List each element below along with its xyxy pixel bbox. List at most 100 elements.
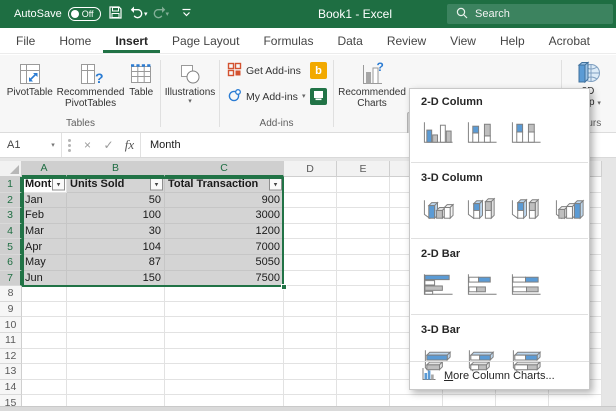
tab-help[interactable]: Help (488, 28, 537, 53)
cell-B5[interactable]: 104 (67, 239, 165, 255)
tab-view[interactable]: View (438, 28, 488, 53)
tab-file[interactable]: File (4, 28, 47, 53)
row-header-5[interactable]: 5 (0, 239, 22, 255)
cell-E10[interactable] (337, 317, 390, 333)
cell-D3[interactable] (284, 208, 337, 224)
row-header-13[interactable]: 13 (0, 364, 22, 380)
cell-E14[interactable] (337, 380, 390, 396)
cell-C6[interactable]: 5050 (165, 255, 284, 271)
cell-B13[interactable] (67, 364, 165, 380)
cell-A13[interactable] (22, 364, 67, 380)
cell-D8[interactable] (284, 286, 337, 302)
chart-type-100-stacked-column-icon[interactable] (506, 116, 546, 152)
cell-B4[interactable]: 30 (67, 224, 165, 240)
cell-D9[interactable] (284, 302, 337, 318)
cell-A6[interactable]: May (22, 255, 67, 271)
cell-A7[interactable]: Jun (22, 271, 67, 287)
chart-type-3d-clustered-column-icon[interactable] (418, 192, 458, 228)
tab-review[interactable]: Review (375, 28, 438, 53)
my-addins-button[interactable]: My Add-ins ▾ (225, 86, 307, 108)
row-header-14[interactable]: 14 (0, 380, 22, 396)
cell-B1[interactable]: Units Sold▾ (67, 177, 165, 193)
people-graph-addin-button[interactable] (310, 88, 327, 105)
tab-home[interactable]: Home (47, 28, 103, 53)
column-header-E[interactable]: E (337, 161, 390, 177)
illustrations-button[interactable]: Illustrations ▾ (163, 59, 218, 107)
cell-A9[interactable] (22, 302, 67, 318)
tab-acrobat[interactable]: Acrobat (537, 28, 602, 53)
cell-B6[interactable]: 87 (67, 255, 165, 271)
cell-B12[interactable] (67, 349, 165, 365)
cell-B9[interactable] (67, 302, 165, 318)
redo-dropdown-arrow[interactable]: ▾ (166, 10, 170, 18)
search-box[interactable]: Search (447, 4, 613, 24)
name-box[interactable]: A1 ▾ (0, 133, 62, 157)
column-header-B[interactable]: B (67, 161, 165, 177)
cell-A5[interactable]: Apr (22, 239, 67, 255)
cell-E13[interactable] (337, 364, 390, 380)
cell-B3[interactable]: 100 (67, 208, 165, 224)
row-header-4[interactable]: 4 (0, 224, 22, 240)
row-header-9[interactable]: 9 (0, 302, 22, 318)
more-column-charts-item[interactable]: More Column Charts... (410, 361, 589, 389)
cell-D5[interactable] (284, 239, 337, 255)
recommended-pivottables-button[interactable]: ? Recommended PivotTables (58, 59, 124, 110)
cell-E3[interactable] (337, 208, 390, 224)
row-header-12[interactable]: 12 (0, 349, 22, 365)
column-header-C[interactable]: C (165, 161, 284, 177)
cell-E11[interactable] (337, 333, 390, 349)
insert-function-button[interactable]: fx (119, 133, 140, 157)
cell-A4[interactable]: Mar (22, 224, 67, 240)
cell-C1[interactable]: Total Transaction▾ (165, 177, 284, 193)
cell-D12[interactable] (284, 349, 337, 365)
cell-E12[interactable] (337, 349, 390, 365)
cell-D13[interactable] (284, 364, 337, 380)
chart-type-3d-stacked-column-icon[interactable] (462, 192, 502, 228)
cell-E5[interactable] (337, 239, 390, 255)
cell-C14[interactable] (165, 380, 284, 396)
cell-B11[interactable] (67, 333, 165, 349)
filter-button[interactable]: ▾ (52, 178, 65, 191)
column-header-A[interactable]: A (22, 161, 67, 177)
cell-E2[interactable] (337, 193, 390, 209)
row-header-6[interactable]: 6 (0, 255, 22, 271)
cell-E7[interactable] (337, 271, 390, 287)
cell-A3[interactable]: Feb (22, 208, 67, 224)
cell-C13[interactable] (165, 364, 284, 380)
row-header-3[interactable]: 3 (0, 208, 22, 224)
cell-C9[interactable] (165, 302, 284, 318)
row-header-8[interactable]: 8 (0, 286, 22, 302)
cell-D14[interactable] (284, 380, 337, 396)
cell-A12[interactable] (22, 349, 67, 365)
column-header-D[interactable]: D (284, 161, 337, 177)
cell-C7[interactable]: 7500 (165, 271, 284, 287)
tab-insert[interactable]: Insert (103, 28, 160, 53)
cell-A2[interactable]: Jan (22, 193, 67, 209)
cell-C12[interactable] (165, 349, 284, 365)
cell-C10[interactable] (165, 317, 284, 333)
cell-D10[interactable] (284, 317, 337, 333)
cell-D2[interactable] (284, 193, 337, 209)
autosave-toggle[interactable]: AutoSave Off (14, 0, 101, 28)
cell-B10[interactable] (67, 317, 165, 333)
pivottable-button[interactable]: PivotTable (5, 59, 55, 99)
cell-E4[interactable] (337, 224, 390, 240)
cell-E9[interactable] (337, 302, 390, 318)
cell-D7[interactable] (284, 271, 337, 287)
cell-C4[interactable]: 1200 (165, 224, 284, 240)
cell-E1[interactable] (337, 177, 390, 193)
filter-button[interactable]: ▾ (269, 178, 282, 191)
tab-data[interactable]: Data (325, 28, 374, 53)
tab-page-layout[interactable]: Page Layout (160, 28, 251, 53)
cell-C8[interactable] (165, 286, 284, 302)
cell-C11[interactable] (165, 333, 284, 349)
cell-D4[interactable] (284, 224, 337, 240)
cell-B14[interactable] (67, 380, 165, 396)
name-box-dropdown-arrow[interactable]: ▾ (45, 141, 61, 149)
cell-E8[interactable] (337, 286, 390, 302)
chart-type-3d-column-icon[interactable] (550, 192, 590, 228)
row-header-2[interactable]: 2 (0, 193, 22, 209)
cell-D1[interactable] (284, 177, 337, 193)
table-button[interactable]: Table (126, 59, 156, 99)
row-header-7[interactable]: 7 (0, 271, 22, 287)
